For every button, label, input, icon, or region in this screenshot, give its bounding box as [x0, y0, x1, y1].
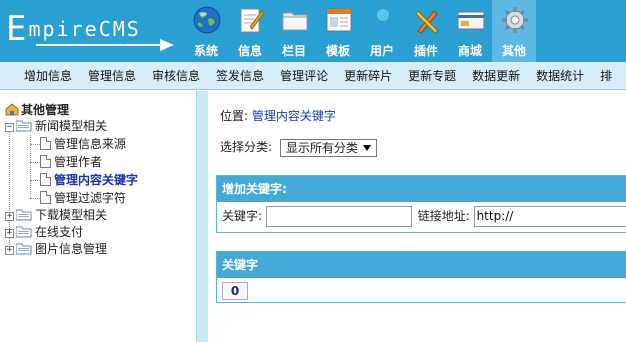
document-icon	[40, 173, 51, 186]
top-header: EmpireCMS 系统 信息 栏目 模板 用户 插件 商城 其他	[0, 0, 626, 62]
home-folder-icon	[5, 103, 19, 116]
nav-item-other[interactable]: 其他	[492, 0, 536, 62]
nav-item-user[interactable]: 用户	[360, 0, 404, 62]
tree-item-label: 管理信息来源	[54, 137, 127, 151]
tree-item-filter-words[interactable]: 管理过滤字符	[40, 190, 126, 207]
add-keyword-panel: 增加关键字: 关键字: 链接地址: http://	[216, 175, 626, 233]
nav-label-template: 模板	[325, 44, 350, 58]
subnav-add-info[interactable]: 增加信息	[0, 62, 80, 89]
template-window-icon	[326, 8, 352, 32]
document-icon	[40, 137, 51, 150]
gear-icon	[502, 7, 528, 33]
add-keyword-form: 关键字: 链接地址: http://	[222, 206, 626, 227]
keyword-list-title: 关键字	[217, 252, 626, 278]
subnav-more[interactable]: 排	[592, 62, 620, 89]
logo-text: EmpireCMS	[6, 12, 141, 46]
tree-group-pictures[interactable]: + 图片信息管理	[5, 241, 107, 258]
keyword-input[interactable]	[265, 206, 412, 227]
subnav-manage-comments[interactable]: 管理评论	[272, 62, 336, 89]
keyword-label: 关键字:	[222, 209, 263, 223]
nav-item-shop[interactable]: 商城	[448, 0, 492, 62]
logo-initial: E	[6, 9, 29, 49]
nav-item-system[interactable]: 系统	[184, 0, 228, 62]
logo-arrow-icon	[160, 39, 174, 51]
breadcrumb-link[interactable]: 管理内容关键字	[252, 109, 336, 123]
category-filter: 选择分类: 显示所有分类	[220, 138, 377, 157]
nav-label-column: 栏目	[281, 44, 306, 58]
nav-label-info: 信息	[237, 44, 262, 58]
category-label: 选择分类:	[220, 140, 273, 154]
tree-connector	[30, 162, 40, 163]
folder-icon	[16, 209, 32, 221]
nav-label-other: 其他	[501, 44, 526, 58]
document-icon	[40, 155, 51, 168]
sidebar-splitter[interactable]	[196, 91, 208, 342]
tree-group-news[interactable]: − 新闻模型相关	[5, 118, 107, 135]
nav-label-user: 用户	[369, 44, 394, 58]
tree-connector	[30, 198, 40, 199]
main-content: 位置: 管理内容关键字 选择分类: 显示所有分类 增加关键字: 关键字: 链接地…	[209, 91, 626, 342]
tree-group-label: 图片信息管理	[35, 242, 108, 256]
folder-icon	[16, 226, 32, 238]
tree-group-label: 在线支付	[35, 225, 84, 239]
folder-icon	[16, 243, 32, 255]
expand-icon[interactable]: +	[5, 229, 14, 238]
breadcrumb: 位置: 管理内容关键字	[220, 107, 336, 124]
tree-item-keywords[interactable]: 管理内容关键字	[40, 172, 138, 189]
tree-group-payment[interactable]: + 在线支付	[5, 224, 83, 241]
url-input[interactable]: http://	[473, 206, 626, 227]
logo-underline	[36, 44, 164, 46]
globe-icon	[193, 6, 221, 34]
tree-item-label: 管理过滤字符	[54, 191, 127, 205]
subnav-update-topics[interactable]: 更新专题	[400, 62, 464, 89]
subnav-data-stats[interactable]: 数据统计	[528, 62, 592, 89]
user-icon	[372, 9, 394, 33]
tools-icon	[415, 10, 439, 34]
tree-root[interactable]: 其他管理	[5, 101, 69, 118]
nav-item-plugin[interactable]: 插件	[404, 0, 448, 62]
logo-rest: mpireCMS	[28, 17, 141, 41]
shop-card-icon	[457, 11, 485, 30]
url-label: 链接地址:	[417, 209, 470, 223]
tree-connector	[30, 180, 40, 181]
folder-icon	[282, 12, 308, 31]
subnav-update-fragments[interactable]: 更新碎片	[336, 62, 400, 89]
main-nav: 系统 信息 栏目 模板 用户 插件 商城 其他	[184, 0, 536, 62]
nav-label-shop: 商城	[457, 44, 482, 58]
nav-label-plugin: 插件	[413, 44, 438, 58]
tree-item-info-source[interactable]: 管理信息来源	[40, 136, 126, 153]
nav-item-template[interactable]: 模板	[316, 0, 360, 62]
subnav-review-info[interactable]: 审核信息	[144, 62, 208, 89]
tree-item-author[interactable]: 管理作者	[40, 154, 102, 171]
subnav-manage-info[interactable]: 管理信息	[80, 62, 144, 89]
tree-item-label-selected: 管理内容关键字	[54, 173, 139, 187]
keyword-count: 0	[222, 282, 248, 300]
dropdown-arrow-icon	[362, 144, 371, 151]
expand-icon[interactable]: +	[5, 246, 14, 255]
tree-group-download[interactable]: + 下载模型相关	[5, 207, 107, 224]
nav-item-info[interactable]: 信息	[228, 0, 272, 62]
subnav-sign-info[interactable]: 签发信息	[208, 62, 272, 89]
category-select-value: 显示所有分类	[285, 140, 358, 155]
empirecms-logo[interactable]: EmpireCMS	[6, 12, 176, 54]
tree-item-label: 管理作者	[54, 155, 103, 169]
sub-nav: 增加信息 管理信息 审核信息 签发信息 管理评论 更新碎片 更新专题 数据更新 …	[0, 62, 626, 90]
subnav-data-update[interactable]: 数据更新	[464, 62, 528, 89]
document-icon	[40, 191, 51, 204]
sidebar-tree: 其他管理 − 新闻模型相关 管理信息来源 管理作者 管理内容关键字 管理过滤字符 …	[0, 91, 196, 342]
open-folder-icon	[16, 120, 32, 132]
tree-group-label: 下载模型相关	[35, 208, 108, 222]
tree-connector	[30, 144, 40, 145]
collapse-icon[interactable]: −	[5, 123, 14, 132]
keyword-list-panel: 关键字 0	[216, 251, 626, 303]
tree-root-label: 其他管理	[21, 103, 70, 117]
tree-group-news-label: 新闻模型相关	[35, 119, 108, 133]
expand-icon[interactable]: +	[5, 212, 14, 221]
breadcrumb-prefix: 位置:	[220, 109, 249, 123]
category-select[interactable]: 显示所有分类	[279, 138, 377, 157]
nav-item-column[interactable]: 栏目	[272, 0, 316, 62]
nav-label-system: 系统	[193, 44, 218, 58]
edit-document-icon	[240, 8, 265, 33]
add-keyword-title: 增加关键字:	[217, 176, 626, 202]
